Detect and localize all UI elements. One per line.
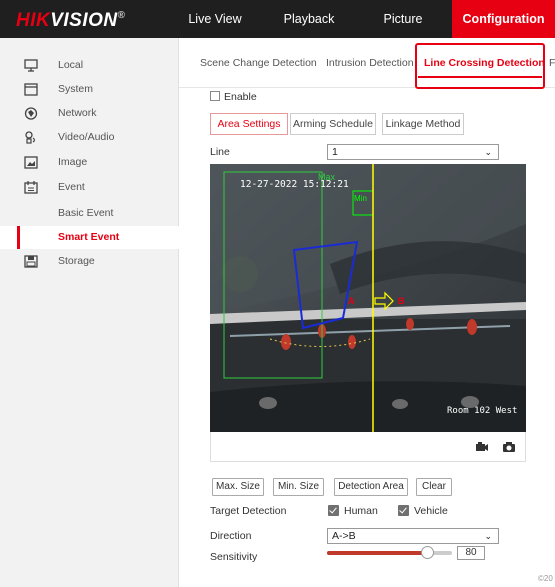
- sidebar-item-label: Image: [58, 156, 88, 168]
- network-icon: [24, 107, 38, 120]
- line-select[interactable]: 1 ⌄: [327, 144, 499, 160]
- nav-live-view[interactable]: Live View: [179, 0, 251, 38]
- enable-checkbox[interactable]: Enable: [210, 91, 257, 103]
- point-b-label: B: [398, 296, 405, 306]
- clear-button[interactable]: Clear: [416, 478, 452, 496]
- sensitivity-slider-handle[interactable]: [421, 546, 434, 559]
- vehicle-checkbox[interactable]: Vehicle: [398, 505, 448, 517]
- nav-picture[interactable]: Picture: [370, 0, 436, 38]
- sidebar-item-smart-event[interactable]: Smart Event: [0, 226, 179, 249]
- max-size-button[interactable]: Max. Size: [212, 478, 264, 496]
- vehicle-label: Vehicle: [414, 505, 448, 517]
- human-label: Human: [344, 505, 378, 517]
- chevron-down-icon: ⌄: [484, 531, 492, 541]
- tab-scene-change-detection[interactable]: Scene Change Detection: [200, 57, 317, 69]
- top-nav-bar: HIKVISION® Live View Playback Picture Co…: [0, 0, 555, 38]
- sidebar-item-label: Smart Event: [58, 231, 120, 243]
- video-preview[interactable]: 12-27-2022 15:12:21 Max Min A B Room 102…: [210, 164, 526, 432]
- sidebar-item-image[interactable]: Image: [0, 151, 179, 174]
- target-detection-label: Target Detection: [210, 505, 287, 517]
- chevron-down-icon: ⌄: [484, 147, 492, 157]
- line-label: Line: [210, 146, 230, 158]
- tab-highlight-box: [415, 43, 545, 89]
- image-icon: [24, 156, 38, 169]
- direction-select[interactable]: A->B ⌄: [327, 528, 499, 544]
- human-checkbox[interactable]: Human: [328, 505, 378, 517]
- subtab-arming-schedule[interactable]: Arming Schedule: [290, 113, 376, 135]
- subtab-linkage-method[interactable]: Linkage Method: [382, 113, 464, 135]
- sidebar-item-network[interactable]: Network: [0, 102, 179, 125]
- direction-label: Direction: [210, 530, 252, 542]
- enable-label: Enable: [224, 91, 257, 103]
- check-icon[interactable]: [328, 505, 339, 516]
- sidebar-item-label: Local: [58, 59, 84, 71]
- system-icon: [24, 83, 38, 96]
- max-size-label: Max: [318, 172, 336, 182]
- sidebar-item-label: Event: [58, 181, 85, 193]
- sidebar: Local System Network Video/Audio Image E…: [0, 38, 179, 587]
- check-icon[interactable]: [398, 505, 409, 516]
- sensitivity-slider[interactable]: [327, 546, 452, 559]
- record-icon[interactable]: [475, 441, 489, 453]
- sidebar-item-label: Network: [58, 107, 97, 119]
- nav-configuration[interactable]: Configuration: [452, 0, 555, 38]
- sidebar-item-label: Basic Event: [58, 207, 114, 219]
- monitor-icon: [24, 59, 38, 72]
- copyright-text: ©20: [538, 574, 553, 583]
- sidebar-item-label: Storage: [58, 255, 95, 267]
- sensitivity-value-input[interactable]: 80: [457, 546, 485, 560]
- sensitivity-label: Sensitivity: [210, 551, 258, 563]
- nav-playback[interactable]: Playback: [273, 0, 345, 38]
- subtab-area-settings[interactable]: Area Settings: [210, 113, 288, 135]
- sidebar-item-basic-event[interactable]: Basic Event: [0, 202, 179, 225]
- sidebar-item-local[interactable]: Local: [0, 54, 179, 77]
- sensitivity-slider-fill: [327, 551, 427, 555]
- min-size-label: Min: [354, 194, 367, 203]
- tab-intrusion-detection[interactable]: Intrusion Detection: [326, 57, 414, 69]
- hikvision-logo: HIKVISION®: [16, 10, 126, 31]
- sidebar-item-video-audio[interactable]: Video/Audio: [0, 126, 179, 149]
- camera-snapshot-icon[interactable]: [502, 441, 516, 453]
- sidebar-item-system[interactable]: System: [0, 78, 179, 101]
- sidebar-item-label: Video/Audio: [58, 131, 115, 143]
- enable-checkbox-box[interactable]: [210, 91, 220, 101]
- camera-name-overlay: Room 102 West: [447, 406, 518, 416]
- detection-area-button[interactable]: Detection Area: [334, 478, 408, 496]
- sidebar-item-label: System: [58, 83, 94, 95]
- point-a-label: A: [348, 296, 355, 306]
- sidebar-item-storage[interactable]: Storage: [0, 250, 179, 273]
- line-select-value: 1: [332, 146, 338, 158]
- video-frame: [210, 164, 526, 432]
- min-size-button[interactable]: Min. Size: [273, 478, 324, 496]
- event-icon: [24, 181, 38, 194]
- sidebar-item-event[interactable]: Event: [0, 176, 179, 199]
- tab-more[interactable]: F: [549, 57, 555, 69]
- video-toolbar: [210, 432, 526, 462]
- storage-icon: [24, 255, 38, 268]
- direction-select-value: A->B: [332, 530, 356, 542]
- video-audio-icon: [25, 131, 36, 144]
